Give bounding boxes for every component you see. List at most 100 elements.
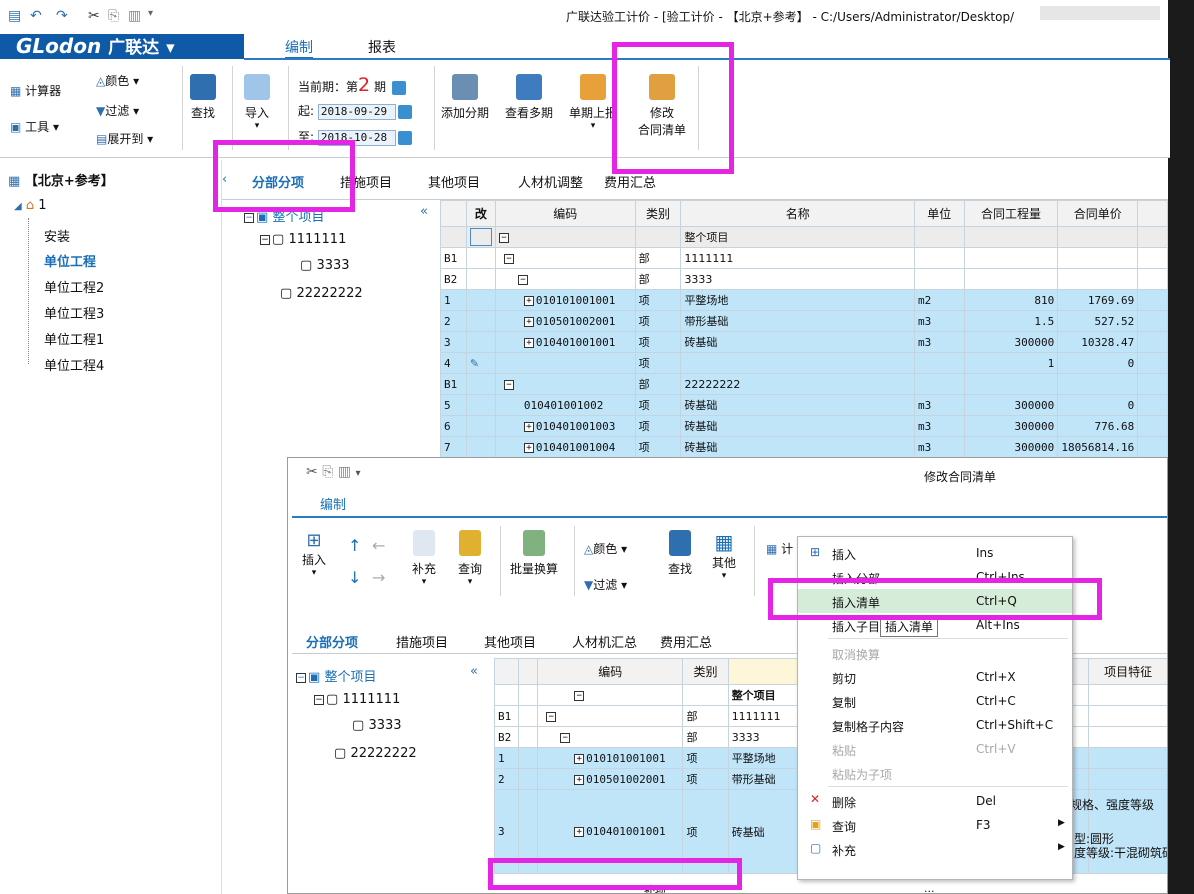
table-row[interactable]: 6 +010401001003 项砖基础 m3 300000 776.68: [440, 415, 1168, 437]
copy-icon: ⎘: [322, 464, 334, 480]
add-period-icon: [452, 74, 478, 100]
tree-item-unit3[interactable]: 单位工程3: [44, 303, 104, 322]
expand-button[interactable]: ▤展开到 ▾: [96, 130, 153, 147]
dialog-tab-cost[interactable]: 费用汇总: [660, 632, 712, 651]
tab-other[interactable]: 其他项目: [428, 172, 480, 191]
tree-item-unit[interactable]: 单位工程: [44, 251, 96, 270]
dialog-tree-node[interactable]: ▢ 3333: [352, 718, 402, 733]
submenu-arrow-icon: ▶: [1058, 842, 1065, 852]
dialog-calc-button[interactable]: ▦ 计: [766, 540, 793, 557]
dialog-filter-button[interactable]: ▼过滤 ▾: [584, 576, 627, 593]
dialog-tab-labor[interactable]: 人材机汇总: [572, 632, 637, 651]
filter-icon: ▼: [584, 578, 594, 592]
tree-project[interactable]: ◢ ⌂ 1: [14, 198, 47, 213]
table-row[interactable]: − 整个项目: [440, 226, 1168, 248]
import-button[interactable]: 导入 ▾: [244, 74, 270, 131]
undo-icon[interactable]: ↶: [30, 8, 42, 24]
filter-button[interactable]: ▼过滤 ▾: [96, 102, 139, 119]
table-row[interactable]: B1− 部 22222222: [440, 373, 1168, 395]
move-left-icon[interactable]: ←: [372, 536, 385, 555]
dialog-query-button[interactable]: 查询 ▾: [458, 530, 482, 587]
tree-item-unit4[interactable]: 单位工程4: [44, 355, 104, 374]
dialog-batch-button[interactable]: 批量换算: [510, 530, 558, 577]
table-row[interactable]: B2− 部 3333: [440, 268, 1168, 290]
menu-item[interactable]: 剪切 Ctrl+X: [798, 665, 1072, 689]
table-row[interactable]: 7 +010401001004 项砖基础 m3 300000 18056814.16: [440, 436, 1168, 457]
dialog-tree-node[interactable]: − ▢ 1111111: [314, 692, 400, 707]
section-node[interactable]: − ▢ 1111111: [260, 232, 346, 247]
tools-button[interactable]: ▣ 工具 ▾: [10, 118, 59, 135]
section-node[interactable]: ▢ 22222222: [280, 286, 363, 301]
table-row[interactable]: 4 ✎ 项 1 0: [440, 352, 1168, 374]
menu-item[interactable]: 复制格子内容 Ctrl+Shift+C: [798, 713, 1072, 737]
start-date[interactable]: 起: 2018-09-29: [298, 102, 412, 120]
move-up-icon[interactable]: ↑: [348, 536, 361, 555]
copy-icon[interactable]: ⎘: [108, 8, 119, 24]
menu-item[interactable]: ✕ 删除 Del: [798, 789, 1072, 813]
upload-button[interactable]: 单期上报 ▾: [569, 74, 617, 131]
calculator-button[interactable]: ▦ 计算器: [10, 82, 61, 99]
dialog-tab-other[interactable]: 其他项目: [484, 632, 536, 651]
table-row[interactable]: 1 +010101001001 项平整场地 m2 810 1769.69: [440, 289, 1168, 311]
tree-item-unit2[interactable]: 单位工程2: [44, 277, 104, 296]
find-button[interactable]: 查找: [190, 74, 216, 121]
tab-labor-material[interactable]: 人材机调整: [518, 172, 583, 191]
tree-item-unit1[interactable]: 单位工程1: [44, 329, 104, 348]
filter-icon: ▼: [96, 104, 106, 118]
cut-icon[interactable]: ✂: [88, 8, 100, 24]
dialog-tab-edit[interactable]: 编制: [320, 494, 346, 513]
dialog-tree-node[interactable]: ▢ 22222222: [334, 746, 417, 761]
tree-root[interactable]: ▦ 【北京+参考】: [8, 170, 114, 189]
redo-icon[interactable]: ↷: [56, 8, 68, 24]
section-node[interactable]: ▢ 3333: [300, 258, 350, 273]
quick-access-toolbar: ▤ ↶ ↷ ✂ ⎘ ▥ ▾ 广联达验工计价 - [验工计价 - 【北京+参考】 …: [0, 0, 1194, 34]
dialog-tab-sub-items[interactable]: 分部分项: [306, 632, 358, 651]
tools-icon: ▣: [10, 120, 22, 134]
menu-item[interactable]: ⊞ 插入 Ins: [798, 541, 1072, 565]
view-periods-button[interactable]: 查看多期: [505, 74, 553, 121]
edit-icon: ✎: [469, 356, 480, 370]
menu-item[interactable]: 粘贴为子项: [798, 761, 1072, 785]
grid-icon: ▦: [714, 530, 734, 554]
dialog-insert-button[interactable]: ⊞ 插入 ▾: [302, 530, 326, 578]
insert-icon: ⊞: [810, 545, 821, 559]
move-down-icon[interactable]: ↓: [348, 568, 361, 587]
menu-item[interactable]: 取消换算: [798, 641, 1072, 665]
add-period-button[interactable]: 添加分期: [441, 74, 489, 121]
doc-icon: ▢: [352, 718, 365, 733]
tree-item-install[interactable]: 安装: [44, 226, 70, 245]
dialog-find-button[interactable]: 查找: [668, 530, 692, 577]
customize-icon[interactable]: ▾: [148, 8, 153, 19]
app-logo[interactable]: GLodon 广联达 ▾: [0, 34, 244, 59]
doc-icon: ▢: [300, 258, 313, 273]
menu-item[interactable]: 粘贴 Ctrl+V: [798, 737, 1072, 761]
dialog-collapse-icon[interactable]: «: [470, 664, 478, 679]
dialog-tab-measures[interactable]: 措施项目: [396, 632, 448, 651]
table-row[interactable]: 2 +010501002001 项带形基础 m3 1.5 527.52: [440, 310, 1168, 332]
dialog-tree-root[interactable]: − ▣ 整个项目: [296, 666, 376, 685]
save-icon[interactable]: ▤: [8, 8, 21, 24]
paste-icon[interactable]: ▥: [128, 8, 141, 24]
menu-item[interactable]: ▣ 查询 F3 ▶: [798, 813, 1072, 837]
table-row[interactable]: B1− 部 1111111: [440, 247, 1168, 269]
logo-dropdown-icon: ▾: [166, 38, 175, 58]
menu-item[interactable]: ▢ 补充 ▶: [798, 837, 1072, 861]
tab-cost-summary[interactable]: 费用汇总: [604, 172, 656, 191]
menu-item[interactable]: 复制 Ctrl+C: [798, 689, 1072, 713]
paste-icon: ▥: [337, 464, 352, 480]
table-row[interactable]: 3 +010401001001 项砖基础 m3 300000 10328.47: [440, 331, 1168, 353]
dialog-color-button[interactable]: ◬颜色 ▾: [584, 540, 627, 557]
color-button[interactable]: ◬颜色 ▾: [96, 72, 139, 89]
collapse-tree-icon[interactable]: «: [420, 204, 428, 219]
calculator-icon: ▦: [766, 542, 778, 556]
period-calendar-icon: [391, 80, 406, 95]
dialog-other-button[interactable]: ▦ 其他 ▾: [712, 530, 736, 581]
dialog-supplement-button[interactable]: 补充 ▾: [412, 530, 436, 587]
grid-header: 改编码 类别 名称 单位 合同工程量 合同单价: [440, 200, 1168, 227]
color-icon: ◬: [584, 542, 594, 556]
binoculars-icon: [669, 530, 691, 556]
move-right-icon[interactable]: →: [372, 568, 385, 587]
tab-report[interactable]: 报表: [368, 37, 396, 57]
tab-edit[interactable]: 编制: [285, 37, 313, 59]
table-row[interactable]: 5 010401001002 项砖基础 m3 300000 0: [440, 394, 1168, 416]
